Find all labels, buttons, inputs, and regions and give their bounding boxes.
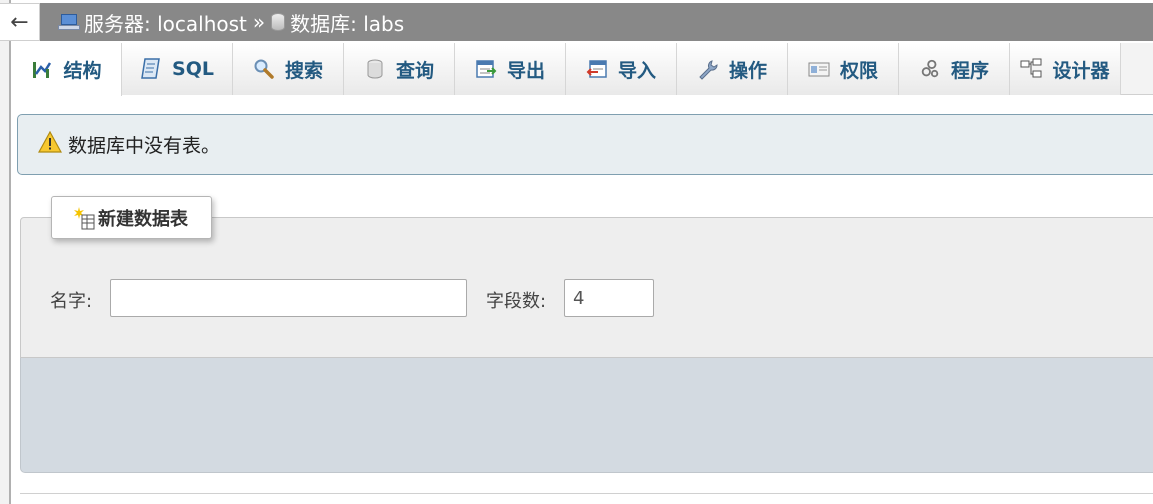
tab-routines[interactable]: 程序 bbox=[899, 43, 1010, 95]
tab-structure-label: 结构 bbox=[63, 60, 102, 82]
structure-icon bbox=[31, 59, 53, 81]
query-icon bbox=[364, 58, 386, 80]
notice-text: 数据库中没有表。 bbox=[68, 135, 221, 157]
export-icon bbox=[475, 58, 497, 80]
tab-designer[interactable]: 设计器 bbox=[1010, 43, 1121, 95]
create-table-legend-label: 新建数据表 bbox=[98, 208, 188, 230]
tab-bar: 结构 SQL 搜索 查询 导出 导入 操作 权限 程序 设计器 bbox=[12, 43, 1153, 96]
designer-icon bbox=[1020, 58, 1042, 80]
tab-sql[interactable]: SQL bbox=[122, 43, 233, 95]
no-tables-notice: 数据库中没有表。 bbox=[17, 114, 1153, 175]
sql-icon bbox=[140, 58, 162, 80]
table-name-label: 名字: bbox=[50, 291, 93, 312]
bottom-divider bbox=[20, 493, 1153, 494]
create-table-footer bbox=[20, 358, 1153, 473]
privileges-icon bbox=[808, 58, 830, 80]
tab-query-label: 查询 bbox=[395, 59, 434, 82]
server-icon bbox=[58, 13, 80, 31]
create-table-legend: 新建数据表 bbox=[51, 196, 212, 239]
column-count-input[interactable]: 4 bbox=[564, 279, 654, 317]
search-icon bbox=[253, 58, 275, 80]
left-gutter bbox=[0, 0, 11, 504]
breadcrumb-server[interactable]: 服务器: localhost bbox=[58, 8, 247, 37]
tab-operations-label: 操作 bbox=[728, 59, 767, 82]
tab-import[interactable]: 导入 bbox=[566, 43, 677, 95]
column-count-label: 字段数: bbox=[486, 291, 547, 312]
breadcrumb-database[interactable]: 数据库: labs bbox=[271, 8, 404, 37]
tab-operations[interactable]: 操作 bbox=[677, 43, 788, 95]
tab-export[interactable]: 导出 bbox=[455, 43, 566, 95]
breadcrumb: 服务器: localhost » 数据库: labs bbox=[40, 3, 1153, 41]
tab-privileges-label: 权限 bbox=[839, 59, 878, 82]
tab-export-label: 导出 bbox=[506, 59, 545, 82]
tab-privileges[interactable]: 权限 bbox=[788, 43, 899, 95]
new-table-icon bbox=[72, 206, 96, 230]
tab-query[interactable]: 查询 bbox=[344, 43, 455, 95]
tab-search[interactable]: 搜索 bbox=[233, 43, 344, 95]
breadcrumb-server-label[interactable]: 服务器: localhost bbox=[84, 8, 247, 37]
breadcrumb-separator: » bbox=[252, 10, 266, 34]
database-icon bbox=[271, 13, 286, 31]
tab-routines-label: 程序 bbox=[950, 59, 989, 82]
routines-icon bbox=[919, 58, 941, 80]
tab-search-label: 搜索 bbox=[284, 59, 323, 82]
tab-sql-label: SQL bbox=[172, 58, 214, 80]
warning-icon bbox=[37, 130, 63, 158]
back-arrow-icon[interactable]: ← bbox=[0, 3, 40, 41]
tab-import-label: 导入 bbox=[617, 59, 656, 82]
table-name-input[interactable] bbox=[110, 279, 467, 317]
import-icon bbox=[586, 58, 608, 80]
tab-structure[interactable]: 结构 bbox=[12, 43, 122, 96]
wrench-icon bbox=[697, 58, 719, 80]
breadcrumb-database-label[interactable]: 数据库: labs bbox=[290, 8, 404, 37]
tab-designer-label: 设计器 bbox=[1052, 59, 1110, 82]
